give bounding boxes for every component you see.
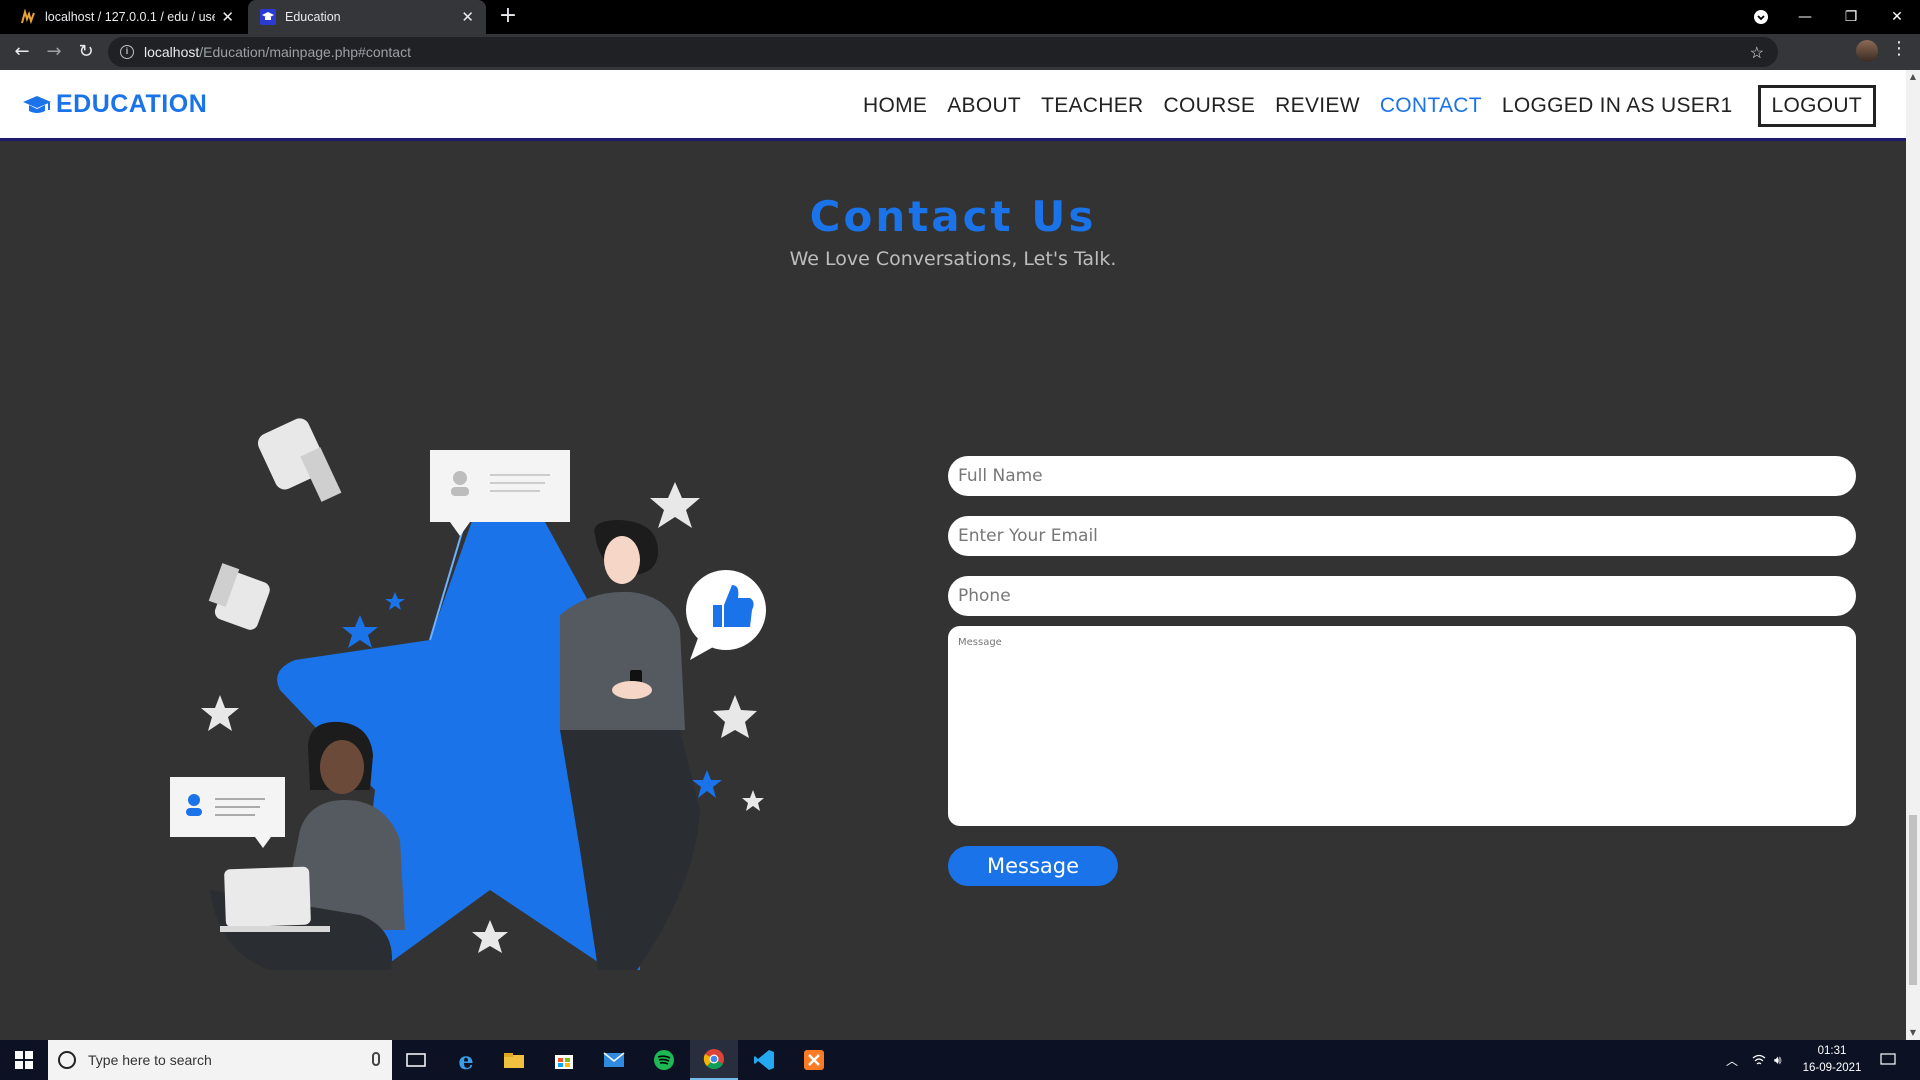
forward-icon[interactable]: →: [40, 38, 68, 66]
profile-card-left: [170, 777, 285, 848]
contact-form: Full Name Enter Your Email Phone Message…: [948, 456, 1856, 886]
browser-toolbar: ← → ↻ i localhost/Education/mainpage.php…: [0, 34, 1920, 70]
page-viewport: EDUCATION HOME ABOUT TEACHER COURSE REVI…: [0, 70, 1906, 1040]
clock-time: 01:31: [1817, 1045, 1847, 1057]
graduation-cap-icon: [23, 95, 51, 113]
close-tab-icon[interactable]: ✕: [221, 8, 234, 26]
contact-subtitle: We Love Conversations, Let's Talk.: [789, 248, 1117, 270]
cortana-icon: [58, 1051, 76, 1069]
tab-education[interactable]: Education ✕: [248, 0, 486, 34]
scrollbar-thumb[interactable]: [1909, 815, 1917, 985]
logout-button[interactable]: LOGOUT: [1757, 84, 1876, 127]
volume-icon[interactable]: 🔊︎: [1774, 1040, 1782, 1080]
nav-teacher[interactable]: TEACHER: [1041, 94, 1143, 118]
full-name-input[interactable]: Full Name: [948, 456, 1856, 496]
tab-phpmyadmin[interactable]: localhost / 127.0.0.1 / edu / users ✕: [8, 0, 246, 34]
new-tab-icon[interactable]: +: [496, 5, 520, 29]
phone-input[interactable]: Phone: [948, 576, 1856, 616]
spotify-icon[interactable]: [640, 1040, 688, 1080]
site-info-icon[interactable]: i: [120, 45, 134, 59]
logo-text: EDUCATION: [56, 90, 208, 118]
nav-course[interactable]: COURSE: [1164, 94, 1256, 118]
nav-contact[interactable]: CONTACT: [1380, 94, 1482, 118]
xampp-icon[interactable]: [790, 1040, 838, 1080]
url-host: localhost: [144, 44, 200, 60]
windows-taskbar: Type here to search e ︿ 🔊︎ 01:31 16-09-2…: [0, 1040, 1920, 1080]
edge-icon[interactable]: e: [442, 1040, 490, 1080]
url-path: /Education/mainpage.php#contact: [199, 44, 411, 60]
close-tab-icon[interactable]: ✕: [461, 8, 474, 26]
taskbar-search-box[interactable]: Type here to search: [48, 1040, 392, 1080]
tab-title: localhost / 127.0.0.1 / edu / users: [45, 10, 216, 24]
scroll-up-icon[interactable]: ▲: [1906, 70, 1920, 84]
chrome-icon[interactable]: [690, 1040, 738, 1080]
action-center-icon[interactable]: [1880, 1040, 1896, 1080]
email-input[interactable]: Enter Your Email: [948, 516, 1856, 556]
contact-title: Contact Us: [809, 192, 1097, 241]
like-bubble-icon: [686, 570, 766, 660]
site-header: EDUCATION HOME ABOUT TEACHER COURSE REVI…: [0, 70, 1906, 141]
thumbs-up-icon: [257, 418, 342, 502]
scroll-down-icon[interactable]: ▼: [1906, 1026, 1920, 1040]
nav-review[interactable]: REVIEW: [1275, 94, 1360, 118]
task-view-icon[interactable]: [392, 1040, 440, 1080]
contact-illustration: [170, 418, 766, 970]
tray-overflow-icon[interactable]: ︿: [1726, 1040, 1738, 1080]
taskbar-search-placeholder: Type here to search: [88, 1052, 212, 1068]
browser-tabbar: localhost / 127.0.0.1 / edu / users ✕ Ed…: [0, 0, 1920, 34]
thumbs-down-icon: [208, 563, 270, 630]
tab-title: Education: [285, 10, 341, 24]
microphone-icon[interactable]: [372, 1052, 380, 1066]
microsoft-store-icon[interactable]: [540, 1040, 588, 1080]
restore-icon[interactable]: ❐: [1828, 0, 1874, 34]
browser-menu-icon[interactable]: ⋮: [1890, 38, 1908, 59]
network-icon[interactable]: [1752, 1040, 1766, 1080]
reload-icon[interactable]: ↻: [72, 38, 100, 66]
profile-avatar[interactable]: [1856, 40, 1878, 62]
message-submit-button[interactable]: Message: [948, 846, 1118, 886]
minimize-icon[interactable]: —: [1782, 0, 1828, 34]
phpmyadmin-icon: [21, 9, 35, 25]
page-scrollbar[interactable]: ▲ ▼: [1906, 70, 1920, 1040]
main-nav: HOME ABOUT TEACHER COURSE REVIEW CONTACT…: [863, 70, 1906, 141]
site-logo[interactable]: EDUCATION: [22, 90, 207, 119]
nav-home[interactable]: HOME: [863, 94, 927, 118]
logged-in-user-label: LOGGED IN AS USER1: [1501, 93, 1733, 117]
file-explorer-icon[interactable]: [490, 1040, 538, 1080]
profile-menu-icon[interactable]: [1738, 0, 1784, 34]
clock-date: 16-09-2021: [1802, 1062, 1862, 1074]
back-icon[interactable]: ←: [8, 38, 36, 66]
vscode-icon[interactable]: [740, 1040, 788, 1080]
address-bar[interactable]: i localhost/Education/mainpage.php#conta…: [108, 37, 1778, 67]
bookmark-star-icon[interactable]: ☆: [1750, 43, 1764, 63]
mail-icon[interactable]: [590, 1040, 638, 1080]
taskbar-clock[interactable]: 01:31 16-09-2021: [1796, 1043, 1868, 1077]
message-textarea[interactable]: Message: [948, 626, 1856, 826]
education-favicon-icon: [260, 9, 276, 25]
close-window-icon[interactable]: ✕: [1874, 0, 1920, 34]
nav-about[interactable]: ABOUT: [947, 94, 1021, 118]
windows-start-icon[interactable]: [0, 1040, 48, 1080]
